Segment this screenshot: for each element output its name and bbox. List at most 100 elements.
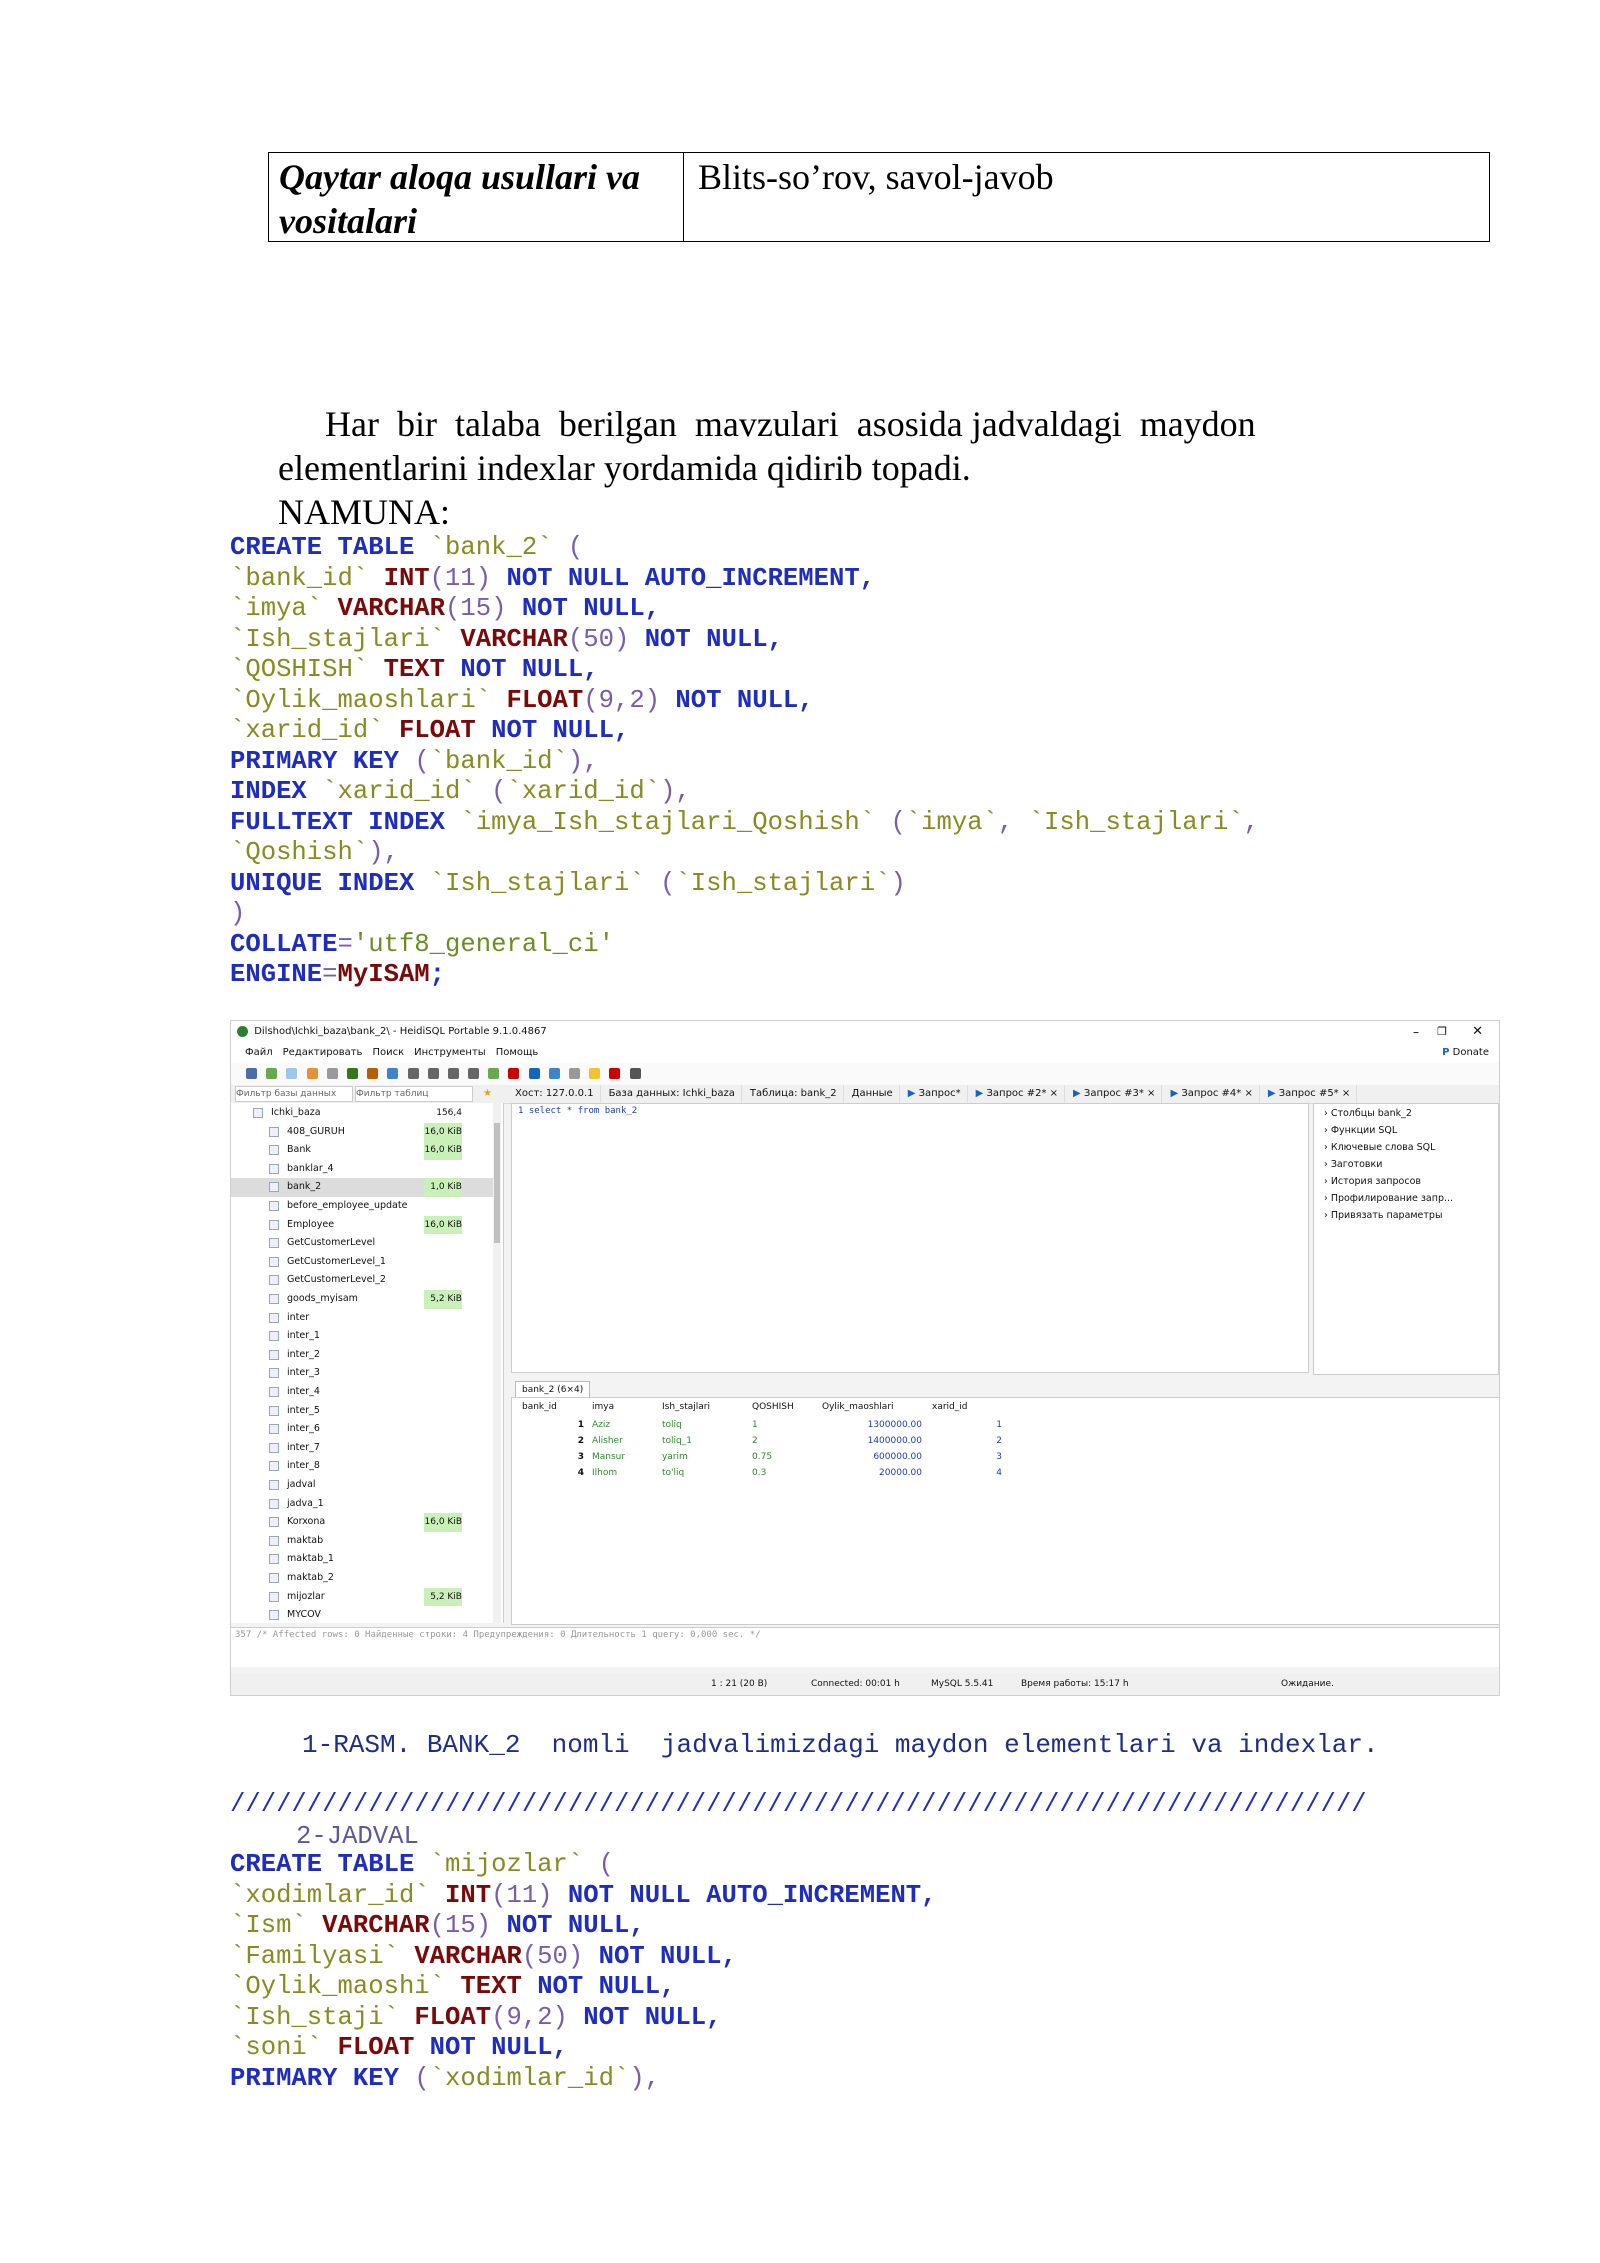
menu-item[interactable]: Поиск bbox=[372, 1047, 404, 1058]
tab-item[interactable]: База данных: Ichki_baza bbox=[603, 1085, 742, 1103]
helper-item[interactable]: › Привязать параметры bbox=[1324, 1210, 1442, 1221]
minimize-icon[interactable]: – bbox=[1413, 1021, 1419, 1043]
helper-item[interactable]: › Столбцы bank_2 bbox=[1324, 1108, 1412, 1119]
grid-cell[interactable]: 3 bbox=[932, 1452, 1002, 1462]
paste-icon[interactable] bbox=[306, 1067, 318, 1079]
tab-item[interactable]: Таблица: bank_2 bbox=[744, 1085, 844, 1103]
tree-item[interactable]: inter bbox=[231, 1309, 501, 1328]
tree-item[interactable]: bank_2 1,0 KiB bbox=[231, 1178, 501, 1197]
next-record-icon[interactable] bbox=[447, 1067, 459, 1079]
grid-header[interactable]: imya bbox=[592, 1402, 652, 1412]
grid-header[interactable]: bank_id bbox=[522, 1402, 584, 1412]
grid-cell[interactable]: 1 bbox=[932, 1420, 1002, 1430]
grid-header[interactable]: Ish_stajlari bbox=[662, 1402, 742, 1412]
grid-header[interactable]: xarid_id bbox=[932, 1402, 1002, 1412]
tree-item[interactable]: maktab_2 bbox=[231, 1569, 501, 1588]
helper-item[interactable]: › Ключевые слова SQL bbox=[1324, 1142, 1435, 1153]
tree-item[interactable]: Bank 16,0 KiB bbox=[231, 1141, 501, 1160]
menu-item[interactable]: Редактировать bbox=[283, 1047, 363, 1058]
tree-item[interactable]: before_employee_update bbox=[231, 1197, 501, 1216]
tree-item[interactable]: goods_myisam 5,2 KiB bbox=[231, 1290, 501, 1309]
grid-cell[interactable]: 0.75 bbox=[752, 1452, 812, 1462]
grid-cell[interactable]: 1 bbox=[522, 1420, 584, 1430]
tab-item[interactable]: ▶ Запрос #2* × bbox=[970, 1085, 1066, 1103]
grid-cell[interactable]: 1400000.00 bbox=[822, 1436, 922, 1446]
db-filter-input[interactable]: Фильтр базы данных bbox=[235, 1086, 353, 1102]
donate-button[interactable]: P Donate bbox=[1442, 1043, 1489, 1063]
grid-cell[interactable]: 20000.00 bbox=[822, 1468, 922, 1478]
grid-cell[interactable]: 1300000.00 bbox=[822, 1420, 922, 1430]
tree-item[interactable]: 408_GURUH 16,0 KiB bbox=[231, 1122, 501, 1142]
check-icon[interactable] bbox=[488, 1067, 500, 1079]
save-icon[interactable] bbox=[548, 1067, 560, 1079]
search-icon[interactable] bbox=[569, 1067, 580, 1079]
grid-cell[interactable]: 2 bbox=[752, 1436, 812, 1446]
refresh-icon[interactable] bbox=[346, 1067, 358, 1079]
table-filter-input[interactable]: Фильтр таблиц bbox=[355, 1086, 473, 1102]
grid-cell[interactable]: Alisher bbox=[592, 1436, 652, 1446]
connect-icon[interactable] bbox=[246, 1067, 257, 1079]
print-icon[interactable] bbox=[326, 1067, 338, 1079]
tree-item[interactable]: inter_3 bbox=[231, 1364, 501, 1383]
tab-item[interactable]: Данные bbox=[846, 1085, 900, 1103]
info-icon[interactable] bbox=[629, 1067, 641, 1079]
result-tab[interactable]: bank_2 (6×4) bbox=[515, 1381, 591, 1398]
tree-item[interactable]: jadva_1 bbox=[231, 1495, 501, 1514]
grid-cell[interactable]: Aziz bbox=[592, 1420, 652, 1430]
tree-item[interactable]: GetCustomerLevel_1 bbox=[231, 1253, 501, 1272]
tree-item[interactable]: maktab bbox=[231, 1532, 501, 1551]
grid-header[interactable]: QOSHISH bbox=[752, 1402, 812, 1412]
edit-icon[interactable] bbox=[589, 1067, 601, 1079]
run-icon[interactable] bbox=[528, 1067, 540, 1079]
tree-item[interactable]: inter_7 bbox=[231, 1439, 501, 1458]
grid-cell[interactable]: 4 bbox=[522, 1468, 584, 1478]
tab-item[interactable]: ▶ Запрос #4* × bbox=[1164, 1085, 1260, 1103]
tree-item[interactable]: mijozlar 5,2 KiB bbox=[231, 1587, 501, 1607]
export-icon[interactable] bbox=[387, 1067, 399, 1079]
grid-cell[interactable]: 600000.00 bbox=[822, 1452, 922, 1462]
tree-item[interactable]: inter_1 bbox=[231, 1327, 501, 1346]
cancel-icon[interactable] bbox=[508, 1067, 520, 1079]
grid-cell[interactable]: yarim bbox=[662, 1452, 742, 1462]
grid-cell[interactable]: toliq_1 bbox=[662, 1436, 742, 1446]
grid-cell[interactable]: 3 bbox=[522, 1452, 584, 1462]
grid-header[interactable]: Oylik_maoshlari bbox=[822, 1402, 922, 1412]
helper-item[interactable]: › Функции SQL bbox=[1324, 1125, 1397, 1136]
grid-cell[interactable]: Ilhom bbox=[592, 1468, 652, 1478]
grid-cell[interactable]: 4 bbox=[932, 1468, 1002, 1478]
stop-icon[interactable] bbox=[609, 1067, 621, 1079]
tree-item[interactable]: banklar_4 bbox=[231, 1160, 501, 1179]
query-editor[interactable]: 1 select * from bank_2 bbox=[511, 1103, 1309, 1373]
prev-record-icon[interactable] bbox=[427, 1067, 439, 1079]
tree-item[interactable]: Korxona 16,0 KiB bbox=[231, 1513, 501, 1532]
grid-cell[interactable]: 2 bbox=[932, 1436, 1002, 1446]
close-icon[interactable]: ✕ bbox=[1472, 1021, 1483, 1043]
tree-scrollbar[interactable] bbox=[493, 1103, 501, 1623]
tree-item[interactable]: inter_5 bbox=[231, 1402, 501, 1421]
star-icon[interactable]: ★ bbox=[483, 1085, 492, 1103]
tree-item[interactable]: maktab_1 bbox=[231, 1550, 501, 1569]
tab-item[interactable]: ▶ Запрос* bbox=[902, 1085, 968, 1103]
grid-cell[interactable]: 0.3 bbox=[752, 1468, 812, 1478]
tree-item[interactable]: inter_8 bbox=[231, 1457, 501, 1476]
tab-item[interactable]: Хост: 127.0.0.1 bbox=[509, 1085, 601, 1103]
tree-item[interactable]: Employee 16,0 KiB bbox=[231, 1215, 501, 1235]
helper-item[interactable]: › Профилирование запр... bbox=[1324, 1193, 1453, 1204]
tree-item[interactable]: inter_4 bbox=[231, 1383, 501, 1402]
last-record-icon[interactable] bbox=[468, 1067, 480, 1079]
grid-cell[interactable]: toliq bbox=[662, 1420, 742, 1430]
tree-item[interactable]: MYCOV bbox=[231, 1606, 501, 1623]
grid-cell[interactable]: 2 bbox=[522, 1436, 584, 1446]
helper-item[interactable]: › История запросов bbox=[1324, 1176, 1421, 1187]
copy-icon[interactable] bbox=[286, 1067, 298, 1079]
grid-cell[interactable]: Mansur bbox=[592, 1452, 652, 1462]
restore-icon[interactable]: ❐ bbox=[1437, 1021, 1447, 1043]
tree-item[interactable]: Ichki_baza156,4 KiB bbox=[231, 1104, 501, 1137]
tree-item[interactable]: jadval bbox=[231, 1476, 501, 1495]
tree-item[interactable]: inter_6 bbox=[231, 1420, 501, 1439]
tree-item[interactable]: GetCustomerLevel bbox=[231, 1234, 501, 1253]
helper-item[interactable]: › Заготовки bbox=[1324, 1159, 1382, 1170]
first-record-icon[interactable] bbox=[407, 1067, 419, 1079]
menu-item[interactable]: Инструменты bbox=[414, 1047, 486, 1058]
tab-item[interactable]: ▶ Запрос #5* × bbox=[1262, 1085, 1358, 1103]
